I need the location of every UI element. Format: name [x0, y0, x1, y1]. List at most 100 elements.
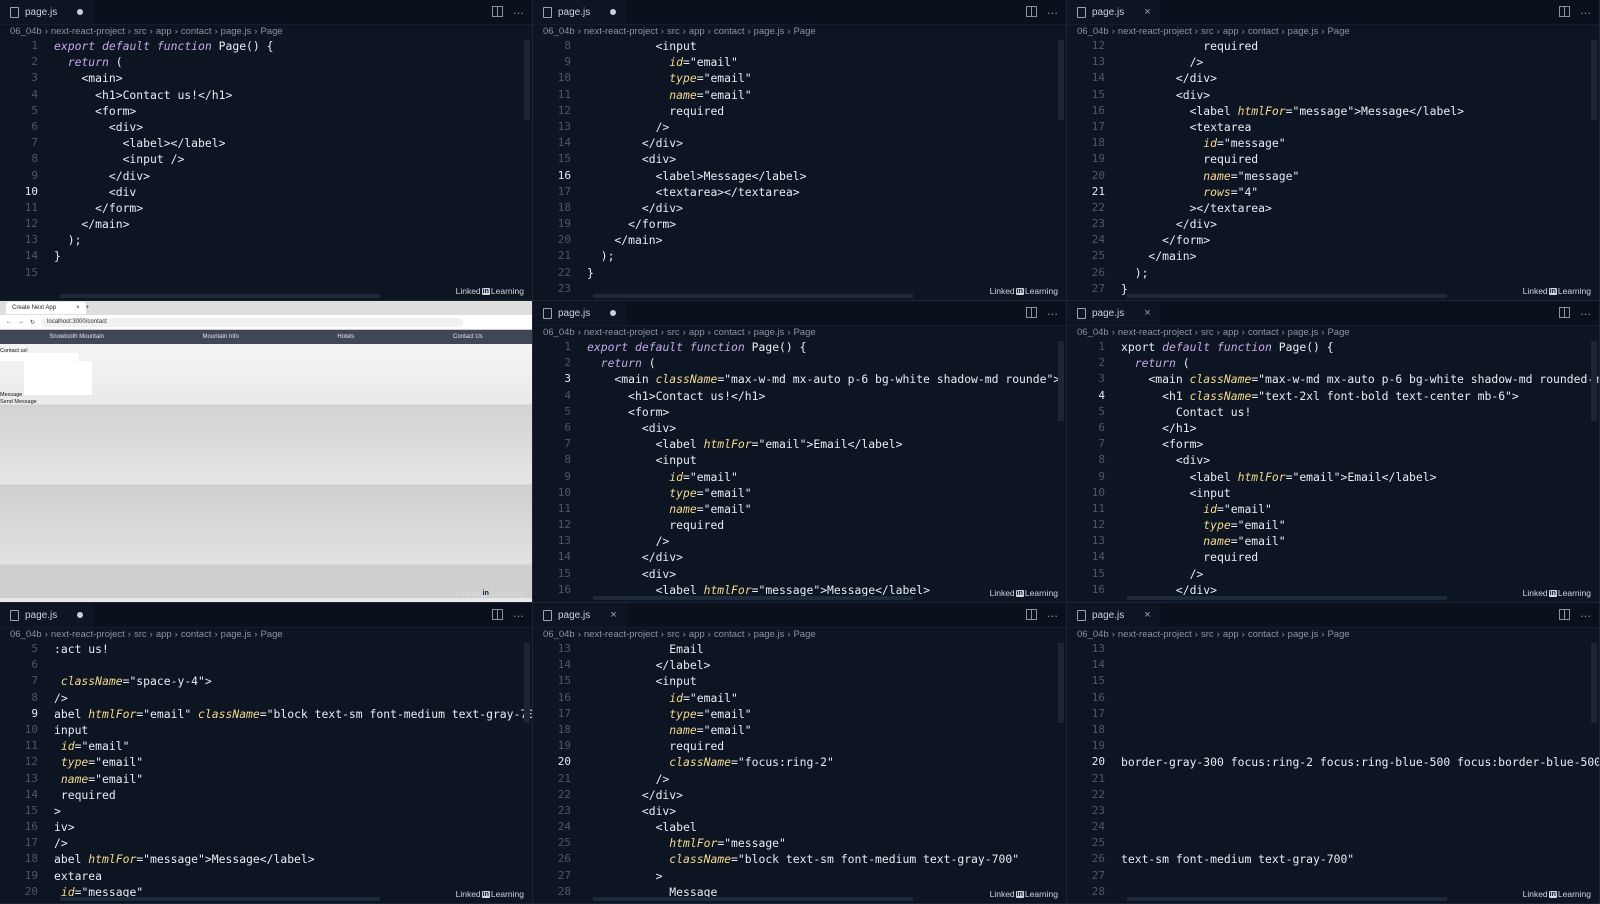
unsaved-dot-icon[interactable]: [610, 9, 617, 15]
breadcrumb-item[interactable]: Page: [260, 629, 282, 640]
close-icon[interactable]: ×: [610, 609, 616, 621]
more-actions-icon[interactable]: …: [1580, 4, 1591, 17]
breadcrumb-item[interactable]: next-react-project: [584, 26, 658, 37]
editor-tab[interactable]: page.js ×: [533, 603, 627, 627]
message-textarea[interactable]: [24, 361, 92, 395]
breadcrumb-item[interactable]: next-react-project: [51, 629, 125, 640]
more-actions-icon[interactable]: …: [1047, 4, 1058, 17]
split-editor-icon[interactable]: [492, 609, 503, 620]
breadcrumb-item[interactable]: src: [134, 629, 147, 640]
breadcrumb-item[interactable]: page.js: [221, 26, 252, 37]
more-actions-icon[interactable]: …: [1580, 607, 1591, 620]
code-editor[interactable]: 1 export default function Page() {2 retur…: [533, 339, 1066, 602]
vertical-scrollbar[interactable]: [1591, 643, 1597, 723]
breadcrumb-item[interactable]: app: [689, 26, 705, 37]
editor-tab[interactable]: page.js: [0, 0, 94, 24]
vertical-scrollbar[interactable]: [524, 40, 530, 120]
breadcrumb-item[interactable]: Page: [1327, 629, 1349, 640]
breadcrumb-item[interactable]: app: [156, 629, 172, 640]
code-editor[interactable]: 8 <input 9 id="email" 10 type="email" 11 na…: [533, 38, 1066, 300]
breadcrumb-item[interactable]: app: [689, 629, 705, 640]
breadcrumb-item[interactable]: app: [1223, 26, 1239, 37]
breadcrumb-item[interactable]: app: [689, 327, 705, 338]
editor-tab[interactable]: page.js ×: [1067, 301, 1161, 325]
breadcrumb-item[interactable]: 06_04b: [543, 327, 575, 338]
site-nav-item[interactable]: Contact Us: [453, 334, 483, 340]
horizontal-scrollbar[interactable]: [593, 294, 913, 298]
more-actions-icon[interactable]: …: [513, 607, 524, 620]
horizontal-scrollbar[interactable]: [593, 897, 913, 901]
horizontal-scrollbar[interactable]: [1127, 294, 1447, 298]
breadcrumb-item[interactable]: src: [667, 629, 680, 640]
editor-tab[interactable]: page.js ×: [1067, 603, 1161, 627]
vertical-scrollbar[interactable]: [1591, 40, 1597, 120]
vertical-scrollbar[interactable]: [1058, 643, 1064, 723]
vertical-scrollbar[interactable]: [1058, 40, 1064, 120]
editor-tab[interactable]: page.js: [533, 0, 627, 24]
back-icon[interactable]: ←: [6, 319, 12, 325]
close-icon[interactable]: ×: [1144, 6, 1150, 18]
breadcrumb-item[interactable]: src: [667, 327, 680, 338]
breadcrumb-item[interactable]: 06_04b: [1077, 327, 1109, 338]
unsaved-dot-icon[interactable]: [610, 310, 617, 316]
email-input[interactable]: [0, 353, 78, 361]
vertical-scrollbar[interactable]: [1058, 341, 1064, 421]
breadcrumb-item[interactable]: 06_04b: [543, 26, 575, 37]
split-editor-icon[interactable]: [1559, 6, 1570, 17]
breadcrumb-item[interactable]: Page: [793, 629, 815, 640]
breadcrumb-item[interactable]: page.js: [754, 327, 785, 338]
horizontal-scrollbar[interactable]: [60, 897, 380, 901]
breadcrumb-item[interactable]: next-react-project: [584, 629, 658, 640]
horizontal-scrollbar[interactable]: [60, 294, 380, 298]
breadcrumb-item[interactable]: page.js: [1288, 26, 1319, 37]
breadcrumb-item[interactable]: Page: [1327, 26, 1349, 37]
browser-tab[interactable]: Create Next App ×: [6, 302, 86, 314]
breadcrumb-item[interactable]: Page: [1327, 327, 1349, 338]
split-editor-icon[interactable]: [492, 6, 503, 17]
breadcrumb-item[interactable]: contact: [714, 327, 745, 338]
vertical-scrollbar[interactable]: [524, 643, 530, 723]
reload-icon[interactable]: ↻: [30, 319, 35, 326]
close-icon[interactable]: ×: [1144, 307, 1150, 319]
breadcrumb-item[interactable]: next-react-project: [1118, 26, 1192, 37]
breadcrumb-item[interactable]: contact: [714, 629, 745, 640]
breadcrumb-item[interactable]: page.js: [754, 26, 785, 37]
site-nav-item[interactable]: Hotels: [337, 334, 354, 340]
breadcrumb-item[interactable]: next-react-project: [1118, 629, 1192, 640]
address-bar[interactable]: localhost:3000/contact: [41, 317, 464, 327]
split-editor-icon[interactable]: [1559, 609, 1570, 620]
horizontal-scrollbar[interactable]: [1127, 897, 1447, 901]
breadcrumb-item[interactable]: contact: [714, 26, 745, 37]
breadcrumb-item[interactable]: contact: [181, 629, 212, 640]
breadcrumb-item[interactable]: src: [667, 26, 680, 37]
breadcrumb-item[interactable]: contact: [1248, 629, 1279, 640]
forward-icon[interactable]: →: [18, 319, 24, 325]
editor-tab[interactable]: page.js: [533, 301, 627, 325]
breadcrumb-item[interactable]: 06_04b: [10, 629, 42, 640]
breadcrumb-item[interactable]: 06_04b: [543, 629, 575, 640]
breadcrumb-item[interactable]: src: [134, 26, 147, 37]
code-editor[interactable]: 5:act us! 6 7 className="space-y-4"> 8/> 9 ab…: [0, 641, 532, 903]
breadcrumb-item[interactable]: 06_04b: [10, 26, 42, 37]
breadcrumb-item[interactable]: Page: [260, 26, 282, 37]
unsaved-dot-icon[interactable]: [77, 9, 84, 15]
more-actions-icon[interactable]: …: [1047, 607, 1058, 620]
breadcrumb-item[interactable]: src: [1201, 26, 1214, 37]
code-editor[interactable]: 13 Email 14 </label> 15 <input 16 id="email…: [533, 641, 1066, 903]
horizontal-scrollbar[interactable]: [1127, 596, 1447, 600]
vertical-scrollbar[interactable]: [1591, 341, 1597, 421]
breadcrumb-item[interactable]: Page: [793, 327, 815, 338]
new-tab-icon[interactable]: +: [86, 305, 90, 311]
breadcrumb-item[interactable]: page.js: [1288, 629, 1319, 640]
site-nav-item[interactable]: Snowtooth Mountain: [49, 334, 104, 340]
more-actions-icon[interactable]: …: [513, 4, 524, 17]
split-editor-icon[interactable]: [1026, 307, 1037, 318]
code-editor[interactable]: 1 xport default function Page() {2 return…: [1067, 339, 1599, 602]
split-editor-icon[interactable]: [1026, 6, 1037, 17]
editor-tab[interactable]: page.js: [0, 603, 94, 627]
editor-tab[interactable]: page.js ×: [1067, 0, 1161, 24]
breadcrumb-item[interactable]: contact: [1248, 26, 1279, 37]
breadcrumb-item[interactable]: page.js: [754, 629, 785, 640]
breadcrumb-item[interactable]: 06_04b: [1077, 629, 1109, 640]
split-editor-icon[interactable]: [1026, 609, 1037, 620]
